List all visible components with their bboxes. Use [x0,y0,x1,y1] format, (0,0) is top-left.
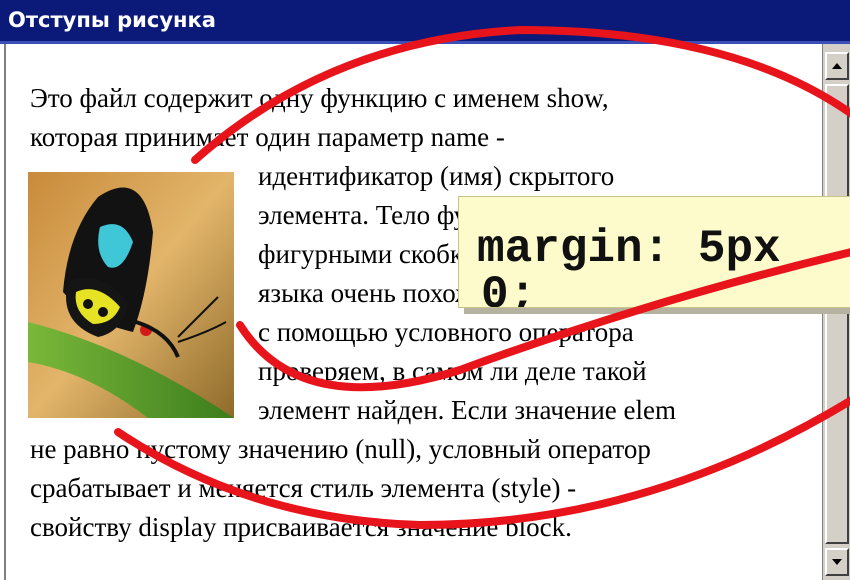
vertical-scrollbar[interactable] [822,44,850,580]
article-line: элемент найден. Если значение elem [258,395,677,425]
callout-line-2: 0; [481,269,537,308]
article-line: Это файл содержит одну функцию с именем … [30,83,609,113]
scroll-down-button[interactable] [825,548,849,576]
article-line: срабатывает и меняется стиль элемента (s… [30,473,577,503]
article-line: проверяем, в самом ли деле такой [258,356,647,386]
scroll-up-button[interactable] [825,52,849,80]
article-line: с помощью условного оператора [258,317,634,347]
article-line: не равно пустому значению (null), условн… [30,434,651,464]
window-titlebar: Отступы рисунка [0,0,850,44]
article-line: свойству display присваивается значение … [30,512,572,542]
article-line: которая принимает один параметр name - [30,122,505,152]
callout-line-1: margin: 5px [477,223,781,275]
css-callout: margin: 5px 0; [458,196,850,308]
arrow-up-icon [832,63,842,69]
arrow-down-icon [832,559,842,565]
butterfly-image [28,172,234,418]
article-line: идентификатор (имя) скрытого [258,161,615,191]
browser-window: Отступы рисунка Это файл содержит одну ф… [0,0,850,580]
scrollbar-thumb[interactable] [825,84,849,544]
window-title: Отступы рисунка [8,8,216,32]
